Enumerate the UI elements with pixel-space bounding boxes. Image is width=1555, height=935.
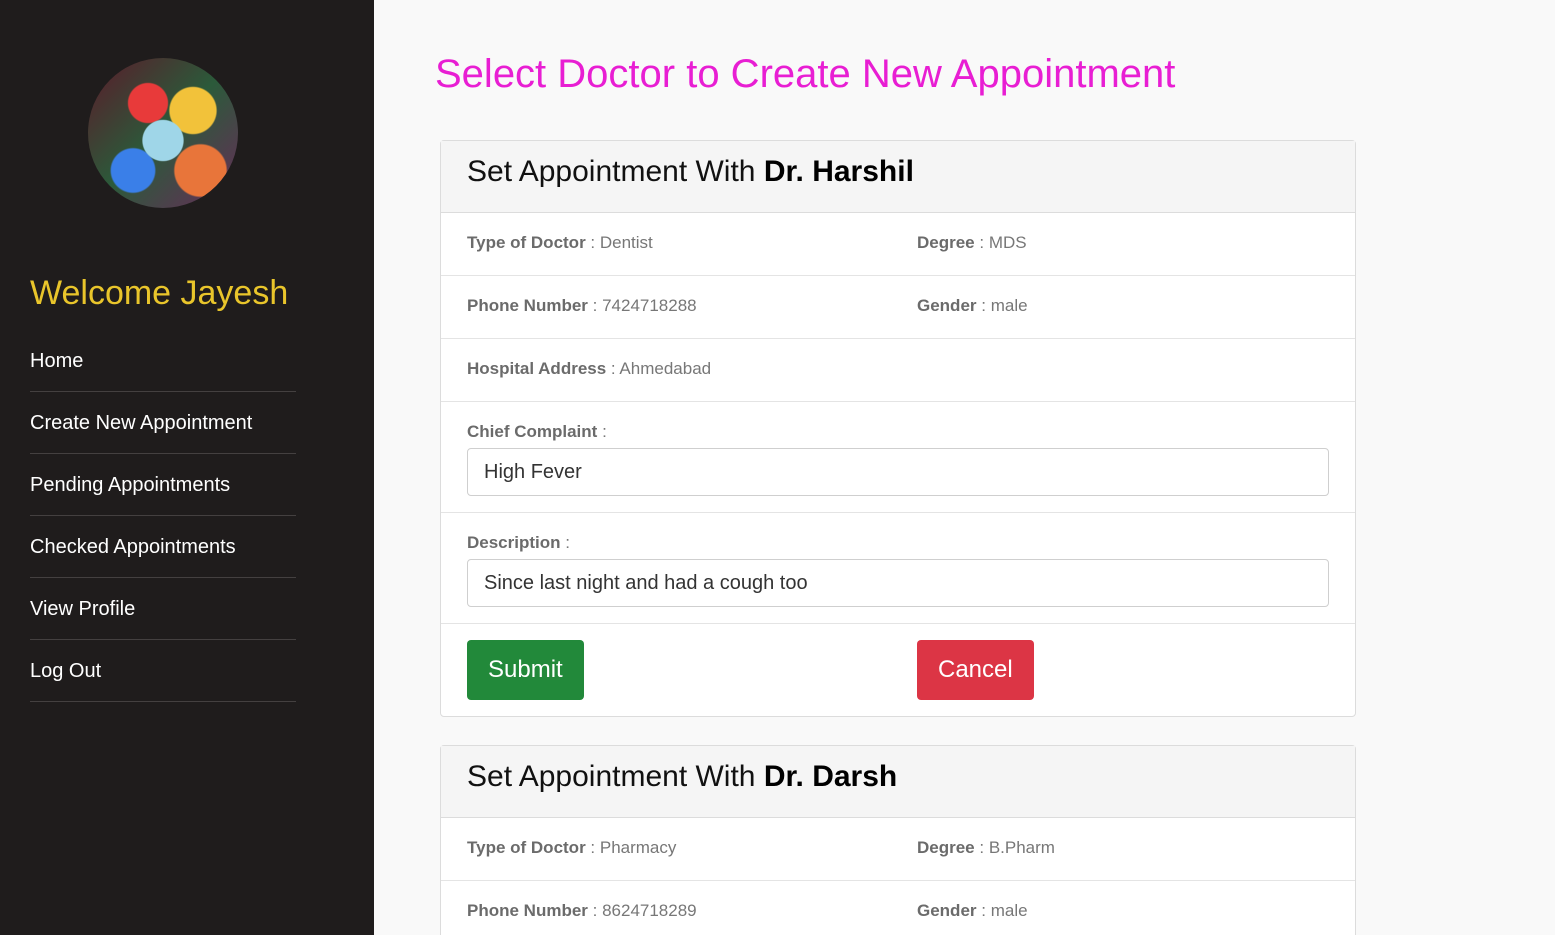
- phone-value: 8624718289: [602, 901, 697, 920]
- info-row: Type of Doctor : Dentist Degree : MDS: [441, 213, 1355, 276]
- doctor-type-value: Pharmacy: [599, 838, 677, 857]
- degree-field: Degree : B.Pharm: [917, 838, 1055, 857]
- complaint-row: Chief Complaint :: [441, 402, 1355, 513]
- degree-value: MDS: [988, 233, 1027, 252]
- nav-item-log-out[interactable]: Log Out: [30, 640, 296, 702]
- phone-label: Phone Number: [467, 296, 588, 315]
- nav-item-create-new-appointment[interactable]: Create New Appointment: [30, 392, 296, 454]
- doctor-type-label: Type of Doctor: [467, 838, 586, 857]
- info-row: Type of Doctor : Pharmacy Degree : B.Pha…: [441, 818, 1355, 881]
- sidebar-nav: Home Create New Appointment Pending Appo…: [30, 330, 296, 702]
- info-row: Phone Number : 7424718288 Gender : male: [441, 276, 1355, 339]
- page-title: Select Doctor to Create New Appointment: [435, 52, 1176, 96]
- doctor-type-value: Dentist: [599, 233, 653, 252]
- welcome-text: Welcome Jayesh: [30, 274, 289, 312]
- phone-value: 7424718288: [602, 296, 697, 315]
- complaint-label-wrap: Chief Complaint :: [467, 422, 607, 441]
- description-label-wrap: Description :: [467, 533, 570, 552]
- card-header: Set Appointment With Dr. Darsh: [441, 746, 1355, 818]
- submit-button[interactable]: Submit: [467, 640, 584, 700]
- card-header: Set Appointment With Dr. Harshil: [441, 141, 1355, 213]
- doctor-card: Set Appointment With Dr. Harshil Type of…: [440, 140, 1356, 717]
- complaint-label: Chief Complaint: [467, 422, 598, 441]
- cancel-button[interactable]: Cancel: [917, 640, 1034, 700]
- gender-value: male: [990, 296, 1028, 315]
- phone-field: Phone Number : 7424718288: [467, 296, 697, 315]
- phone-field: Phone Number : 8624718289: [467, 901, 697, 920]
- description-input[interactable]: [467, 559, 1329, 607]
- sidebar: Welcome Jayesh Home Create New Appointme…: [0, 0, 374, 935]
- phone-label: Phone Number: [467, 901, 588, 920]
- degree-field: Degree : MDS: [917, 233, 1027, 252]
- doctor-name: Dr. Harshil: [763, 155, 914, 188]
- avatar: [88, 58, 238, 208]
- doctor-card: Set Appointment With Dr. Darsh Type of D…: [440, 745, 1356, 935]
- card-header-prefix: Set Appointment With: [467, 155, 756, 188]
- doctor-name: Dr. Darsh: [763, 760, 898, 793]
- nav-item-pending-appointments[interactable]: Pending Appointments: [30, 454, 296, 516]
- degree-label: Degree: [917, 233, 975, 252]
- doctor-type-label: Type of Doctor: [467, 233, 586, 252]
- degree-value: B.Pharm: [988, 838, 1055, 857]
- info-row: Phone Number : 8624718289 Gender : male: [441, 881, 1355, 935]
- info-row: Hospital Address : Ahmedabad: [441, 339, 1355, 402]
- nav-item-view-profile[interactable]: View Profile: [30, 578, 296, 640]
- doctor-type-field: Type of Doctor : Dentist: [467, 233, 653, 252]
- description-label: Description: [467, 533, 561, 552]
- chief-complaint-input[interactable]: [467, 448, 1329, 496]
- card-header-prefix: Set Appointment With: [467, 760, 756, 793]
- gender-value: male: [990, 901, 1028, 920]
- address-field: Hospital Address : Ahmedabad: [467, 359, 712, 378]
- doctor-type-field: Type of Doctor : Pharmacy: [467, 838, 677, 857]
- button-row: Submit Cancel: [441, 624, 1355, 714]
- gender-label: Gender: [917, 901, 977, 920]
- nav-item-checked-appointments[interactable]: Checked Appointments: [30, 516, 296, 578]
- nav-item-home[interactable]: Home: [30, 330, 296, 392]
- gender-label: Gender: [917, 296, 977, 315]
- degree-label: Degree: [917, 838, 975, 857]
- address-value: Ahmedabad: [619, 359, 712, 378]
- gender-field: Gender : male: [917, 901, 1028, 920]
- description-row: Description :: [441, 513, 1355, 624]
- address-label: Hospital Address: [467, 359, 607, 378]
- gender-field: Gender : male: [917, 296, 1028, 315]
